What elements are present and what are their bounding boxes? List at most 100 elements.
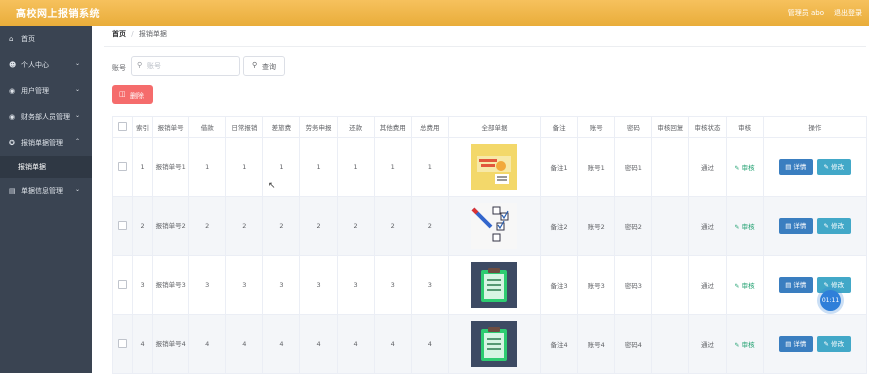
- delete-button[interactable]: ◫ 删除: [112, 85, 153, 104]
- table-row: 2 报销单号2 2 2 2 2 2 2 2 备注2 账号2 密码2 通过 ✎ 审…: [111, 196, 868, 256]
- row-select-cell: [111, 255, 134, 315]
- sidebar-item-home[interactable]: ⌂ 首页: [0, 28, 92, 50]
- cell-total: 4: [410, 314, 449, 374]
- sidebar-item-user-management[interactable]: ◉ 用户管理 ⌄: [0, 80, 92, 102]
- cell-total: 1: [410, 137, 449, 197]
- row-checkbox[interactable]: [118, 220, 128, 230]
- column-header: 全部单据: [447, 116, 542, 138]
- sidebar-item-finance-staff[interactable]: ◉ 财务部人员管理 ⌄: [0, 106, 92, 128]
- edit-icon: ✎: [734, 283, 740, 290]
- column-header: 审核回复: [651, 116, 690, 138]
- audit-link[interactable]: ✎ 审核: [735, 341, 755, 349]
- row-checkbox[interactable]: [118, 338, 128, 348]
- cell-travel: 2: [262, 196, 301, 256]
- edit-button[interactable]: ✎ 修改: [816, 336, 851, 352]
- edit-button[interactable]: ✎ 修改: [816, 218, 851, 234]
- document-image[interactable]: [471, 144, 518, 190]
- row-select-cell: [111, 196, 134, 256]
- audit-link[interactable]: ✎ 审核: [735, 164, 755, 172]
- breadcrumb-home[interactable]: 首页: [112, 30, 126, 38]
- cell-order: 报销单号4: [152, 314, 190, 374]
- audit-label: 审核: [741, 223, 755, 231]
- column-header: 借款: [188, 116, 227, 138]
- column-header: 报销单号: [152, 116, 190, 138]
- document-image[interactable]: [471, 203, 518, 249]
- user-manage-icon: ◉: [9, 87, 16, 95]
- document-image[interactable]: [471, 321, 518, 367]
- detail-button[interactable]: ▤ 详情: [778, 336, 813, 352]
- detail-button[interactable]: ▤ 详情: [778, 159, 813, 175]
- cell-labor: 2: [299, 196, 338, 256]
- cell-daily: 1: [225, 137, 264, 197]
- cell-documents: [447, 137, 542, 197]
- cell-travel: 4: [262, 314, 301, 374]
- mouse-cursor-icon: ↖: [268, 181, 276, 191]
- trash-icon: ◫: [119, 90, 126, 98]
- cell-password: 密码3: [614, 255, 653, 315]
- search-input[interactable]: [147, 60, 235, 71]
- current-user: 管理员 abo: [787, 9, 824, 17]
- column-header: 日常报销: [225, 116, 264, 138]
- row-checkbox[interactable]: [118, 279, 128, 289]
- query-button[interactable]: ⚲ 查询: [243, 56, 285, 76]
- cell-repay: 1: [336, 137, 375, 197]
- logout-link[interactable]: 退出登录: [834, 8, 862, 18]
- cell-actions: ▤ 详情 ✎ 修改: [762, 196, 868, 256]
- sidebar-item-reimbursement[interactable]: ✪ 报销单据管理 ⌃: [0, 132, 92, 154]
- cell-status: 通过: [688, 314, 727, 374]
- column-header: 劳务申报: [299, 116, 338, 138]
- audit-link[interactable]: ✎ 审核: [735, 223, 755, 231]
- delete-button-label: 删除: [130, 92, 144, 100]
- table-header-row: 索引 报销单号 借款 日常报销 差旅费 劳务申报 还款 其他费用 总费用 全部单…: [111, 116, 868, 138]
- divider: [104, 46, 866, 47]
- column-header: 操作: [762, 116, 868, 138]
- row-checkbox[interactable]: [118, 161, 128, 171]
- chevron-up-icon: ⌃: [74, 138, 80, 145]
- sidebar-subitem-label: 报销单据: [18, 163, 46, 171]
- cell-status: 通过: [688, 137, 727, 197]
- table-row: 1 报销单号1 1 1 1 1 1 1 1 备注1 账号1 密码1 通过 ✎ 审…: [111, 137, 868, 197]
- search-field[interactable]: ⚲: [131, 56, 240, 76]
- edit-icon: ✎: [823, 281, 829, 289]
- edit-icon: ✎: [734, 224, 740, 231]
- cell-order: 报销单号3: [152, 255, 190, 315]
- cell-account: 账号4: [577, 314, 616, 374]
- detail-icon: ▤: [785, 163, 792, 171]
- sidebar-item-label: 报销单据管理: [21, 139, 63, 147]
- edit-icon: ✎: [734, 342, 740, 349]
- cell-note: 备注1: [540, 137, 579, 197]
- select-all-checkbox[interactable]: [118, 121, 128, 131]
- cell-index: 3: [132, 255, 154, 315]
- column-header: 其他费用: [373, 116, 412, 138]
- cell-borrow: 1: [188, 137, 227, 197]
- sidebar-subitem-reimbursement-docs[interactable]: 报销单据: [0, 156, 92, 178]
- cell-other: 1: [373, 137, 412, 197]
- timer-badge[interactable]: 01:11: [820, 290, 841, 311]
- sidebar-item-document-info[interactable]: ▤ 单据信息管理 ⌄: [0, 180, 92, 202]
- edit-button[interactable]: ✎ 修改: [816, 159, 851, 175]
- reimbursement-table: 索引 报销单号 借款 日常报销 差旅费 劳务申报 还款 其他费用 总费用 全部单…: [111, 116, 868, 374]
- breadcrumb-current: 报销单据: [138, 30, 167, 38]
- main-content: 首页 / 报销单据 账号 ⚲ ⚲ 查询 ◫ 删除 索引 报销单号 借款 日常报销: [92, 26, 869, 374]
- cell-audit: ✎ 审核: [725, 255, 764, 315]
- audit-link[interactable]: ✎ 审核: [735, 282, 755, 290]
- cell-labor: 4: [299, 314, 338, 374]
- sidebar-item-personal-center[interactable]: ☻ 个人中心 ⌄: [0, 54, 92, 76]
- cell-account: 账号2: [577, 196, 616, 256]
- cell-actions: ▤ 详情 ✎ 修改: [762, 314, 868, 374]
- table-row: 4 报销单号4 4 4 4 4 4 4 4 备注4 账号4 密码4 通过 ✎ 审…: [111, 314, 868, 374]
- cell-daily: 3: [225, 255, 264, 315]
- detail-button-label: 详情: [793, 340, 807, 348]
- query-button-label: 查询: [262, 63, 276, 71]
- edit-icon: ✎: [823, 163, 829, 171]
- detail-button[interactable]: ▤ 详情: [778, 277, 813, 293]
- cell-other: 3: [373, 255, 412, 315]
- cell-documents: [447, 196, 542, 256]
- detail-button[interactable]: ▤ 详情: [778, 218, 813, 234]
- cell-repay: 4: [336, 314, 375, 374]
- document-image[interactable]: [471, 262, 518, 308]
- edit-icon: ✎: [734, 165, 740, 172]
- audit-label: 审核: [741, 341, 755, 349]
- column-header: 备注: [540, 116, 579, 138]
- cell-repay: 2: [336, 196, 375, 256]
